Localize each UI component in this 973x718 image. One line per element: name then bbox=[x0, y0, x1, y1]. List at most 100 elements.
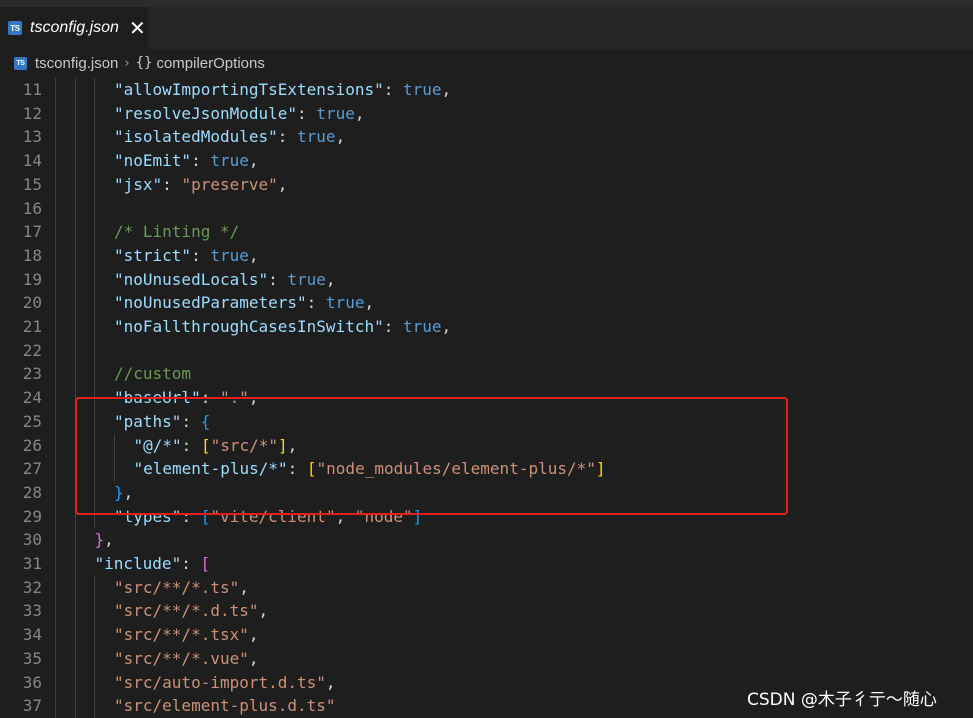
indent-guide bbox=[94, 362, 95, 387]
code-text: /* Linting */ bbox=[114, 220, 239, 244]
indent-guide bbox=[94, 575, 95, 600]
indent-guide bbox=[55, 646, 56, 671]
close-icon[interactable]: ✕ bbox=[129, 18, 146, 38]
indent-guide bbox=[74, 623, 76, 648]
indent-guide bbox=[55, 362, 56, 387]
line-number: 21 bbox=[22, 317, 42, 336]
code-text: "noEmit": true, bbox=[114, 149, 259, 173]
breadcrumb: TS tsconfig.json › {} compilerOptions bbox=[0, 49, 973, 77]
code-token: , bbox=[248, 648, 259, 668]
line-number: 28 bbox=[22, 482, 42, 502]
code-token: "include" bbox=[94, 554, 182, 573]
code-line: 12 "resolveJsonModule": true, bbox=[0, 101, 973, 126]
line-number: 11 bbox=[22, 80, 42, 99]
indent-guide bbox=[74, 101, 76, 126]
line-number: 29 bbox=[22, 506, 42, 526]
code-token: : bbox=[162, 174, 182, 194]
indent-guide bbox=[55, 386, 56, 411]
code-token: /* Linting */ bbox=[114, 222, 240, 242]
code-token: true bbox=[402, 317, 442, 336]
code-line: 18 "strict": true, bbox=[0, 243, 973, 268]
code-token: , bbox=[258, 601, 269, 621]
indent-guide bbox=[74, 220, 76, 245]
line-number: 20 bbox=[22, 293, 42, 313]
code-token: } bbox=[94, 530, 105, 550]
code-text: "src/element-plus.d.ts" bbox=[114, 694, 336, 718]
code-text: "src/**/*.vue", bbox=[114, 647, 259, 671]
code-token: "noUnusedLocals" bbox=[114, 269, 269, 289]
code-token: true bbox=[210, 245, 249, 265]
code-text: "resolveJsonModule": true, bbox=[114, 102, 364, 126]
indent-guide bbox=[55, 78, 56, 102]
code-text: "isolatedModules": true, bbox=[114, 125, 345, 149]
indent-guide bbox=[55, 220, 56, 245]
line-number: 31 bbox=[22, 554, 42, 573]
indent-guide bbox=[94, 125, 95, 150]
code-line: 33 "src/**/*.d.ts", bbox=[0, 599, 973, 624]
code-token: , bbox=[441, 80, 452, 99]
watermark: CSDN @木子彳亍～随心 bbox=[747, 690, 937, 710]
indent-guide bbox=[94, 291, 95, 316]
code-token: , bbox=[364, 293, 375, 313]
code-line: 15 "jsx": "preserve", bbox=[0, 172, 973, 197]
code-token: , bbox=[248, 625, 259, 645]
code-token: "resolveJsonModule" bbox=[114, 103, 298, 123]
line-number: 16 bbox=[22, 198, 42, 218]
line-number: 23 bbox=[22, 364, 42, 384]
code-token: : bbox=[268, 269, 288, 289]
code-token: , bbox=[277, 174, 288, 194]
indent-guide bbox=[74, 575, 76, 600]
tab-bar: TS tsconfig.json ✕ bbox=[0, 7, 973, 49]
code-token: "noEmit" bbox=[114, 151, 192, 171]
indent-guide bbox=[55, 433, 56, 458]
code-token: , bbox=[441, 317, 452, 336]
breadcrumb-symbol[interactable]: compilerOptions bbox=[156, 55, 264, 72]
indent-guide bbox=[55, 101, 56, 126]
breadcrumb-file[interactable]: tsconfig.json bbox=[35, 55, 118, 72]
indent-guide bbox=[74, 125, 76, 150]
code-token: "src/auto-import.d.ts" bbox=[114, 672, 326, 692]
code-token: , bbox=[239, 577, 249, 597]
code-token: "jsx" bbox=[114, 174, 163, 194]
code-line: 11 "allowImportingTsExtensions": true, bbox=[0, 78, 973, 102]
indent-guide bbox=[94, 196, 95, 221]
indent-guide bbox=[74, 243, 76, 268]
typescript-file-icon: TS bbox=[14, 56, 27, 70]
code-token: "src/element-plus.d.ts" bbox=[114, 696, 336, 716]
line-number: 34 bbox=[22, 625, 42, 645]
indent-guide bbox=[94, 243, 95, 268]
indent-guide bbox=[55, 670, 56, 695]
indent-guide bbox=[94, 149, 95, 174]
tab-title: tsconfig.json bbox=[30, 19, 119, 36]
code-token: , bbox=[325, 672, 336, 692]
line-number: 17 bbox=[22, 222, 42, 242]
indent-guide bbox=[55, 267, 56, 292]
line-number: 36 bbox=[22, 672, 42, 692]
code-token: [ bbox=[200, 554, 211, 573]
indent-guide bbox=[94, 172, 95, 197]
line-number: 26 bbox=[22, 435, 42, 455]
code-text: "src/**/*.ts", bbox=[114, 576, 249, 600]
code-token: //custom bbox=[114, 364, 192, 384]
code-token: , bbox=[335, 127, 346, 147]
indent-guide bbox=[94, 78, 95, 102]
code-token: , bbox=[354, 103, 365, 123]
indent-guide bbox=[94, 670, 95, 695]
code-text: "src/auto-import.d.ts", bbox=[114, 671, 336, 695]
code-token: : bbox=[181, 554, 201, 573]
line-number: 13 bbox=[22, 127, 42, 147]
indent-guide bbox=[94, 315, 95, 339]
code-line: 21 "noFallthroughCasesInSwitch": true, bbox=[0, 315, 973, 339]
indent-guide bbox=[74, 315, 76, 339]
indent-guide bbox=[55, 338, 56, 363]
code-line: 35 "src/**/*.vue", bbox=[0, 646, 973, 671]
indent-guide bbox=[94, 267, 95, 292]
code-text: }, bbox=[95, 528, 114, 552]
code-line: 23 //custom bbox=[0, 362, 973, 387]
tab-tsconfig[interactable]: TS tsconfig.json ✕ bbox=[0, 7, 148, 49]
code-text: //custom bbox=[114, 362, 191, 386]
indent-guide bbox=[55, 623, 56, 648]
chevron-right-icon: › bbox=[124, 55, 130, 71]
indent-guide bbox=[94, 338, 95, 363]
indent-guide bbox=[55, 480, 56, 505]
